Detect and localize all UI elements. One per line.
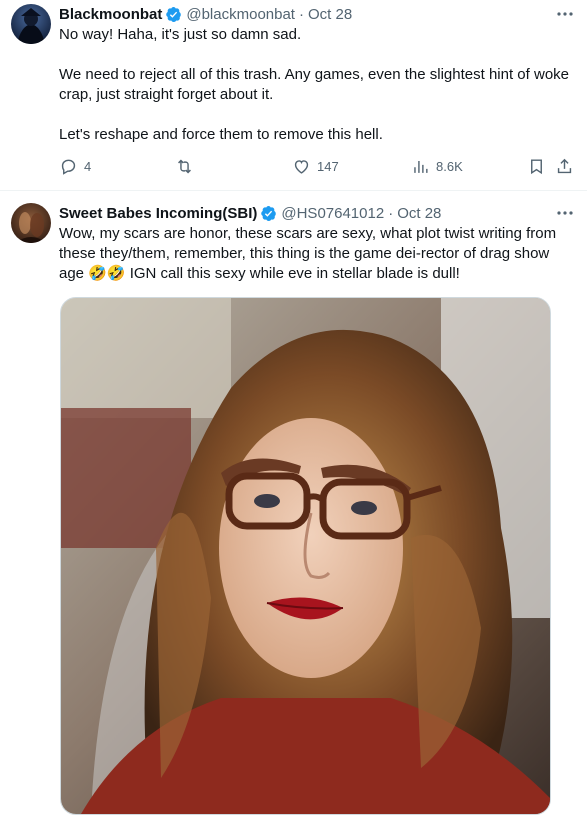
author-name[interactable]: Blackmoonbat [59, 6, 162, 23]
author-handle[interactable]: @blackmoonbat [186, 6, 295, 23]
tweet-paragraph: Let's reshape and force them to remove t… [59, 126, 383, 143]
like-button[interactable]: 147 [292, 157, 339, 176]
tweet-photo[interactable] [60, 297, 551, 815]
tweet[interactable]: Sweet Babes Incoming(SBI) @HS07641012 · … [0, 191, 587, 820]
reply-button[interactable]: 4 [59, 157, 91, 176]
tweet[interactable]: Blackmoonbat @blackmoonbat · Oct 28 No w… [0, 0, 587, 191]
tweet-date[interactable]: Oct 28 [308, 6, 352, 23]
reply-count: 4 [84, 159, 92, 174]
more-dots-icon[interactable] [555, 203, 575, 223]
verified-badge-icon [165, 6, 182, 23]
tweet-actions: 4 147 8.6K [59, 157, 573, 179]
tweet-paragraph: We need to reject all of this trash. Any… [59, 66, 569, 103]
retweet-icon [178, 159, 191, 174]
share-icon [557, 158, 572, 174]
views-chart-icon [414, 160, 428, 173]
more-dots-icon[interactable] [555, 4, 575, 24]
like-heart-icon [294, 160, 309, 174]
tweet-date[interactable]: Oct 28 [397, 205, 441, 222]
tweet-text: Wow, my scars are honor, these scars are… [59, 225, 557, 282]
author-name[interactable]: Sweet Babes Incoming(SBI) [59, 205, 257, 222]
avatar[interactable] [11, 203, 51, 243]
bookmark-icon [531, 159, 542, 175]
tweet-header: Sweet Babes Incoming(SBI) @HS07641012 · … [59, 204, 442, 222]
like-count: 147 [317, 159, 339, 174]
tweet-paragraph: No way! Haha, it's just so damn sad. [59, 26, 302, 43]
retweet-button[interactable] [175, 157, 194, 176]
tweet-text: No way! Haha, it's just so damn sad. We … [59, 25, 573, 145]
views-button[interactable]: 8.6K [411, 157, 463, 176]
reply-icon [61, 159, 76, 175]
verified-badge-icon [260, 205, 277, 222]
author-handle[interactable]: @HS07641012 [281, 205, 384, 222]
views-count: 8.6K [436, 159, 463, 174]
avatar[interactable] [11, 4, 51, 44]
share-button[interactable] [555, 157, 574, 176]
tweet-header: Blackmoonbat @blackmoonbat · Oct 28 [59, 5, 353, 23]
bookmark-button[interactable] [527, 157, 546, 176]
